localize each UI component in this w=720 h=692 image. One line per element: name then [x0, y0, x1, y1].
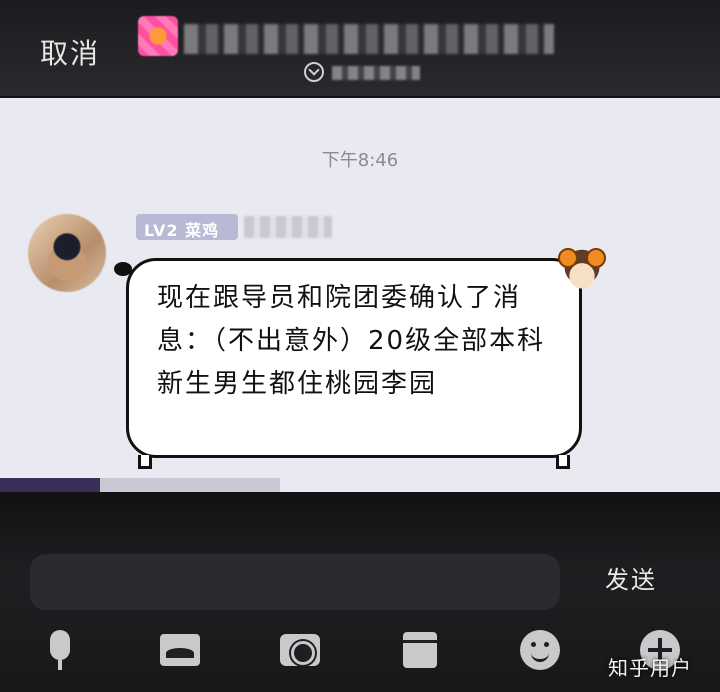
- message-bubble[interactable]: 现在跟导员和院团委确认了消息：（不出意外）20级全部本科新生男生都住桃园李园: [126, 258, 582, 458]
- message-timestamp: 下午8:46: [321, 150, 399, 171]
- chat-subtitle-redacted: [332, 66, 420, 80]
- cancel-button[interactable]: 取消: [40, 32, 100, 72]
- message-input[interactable]: [30, 554, 560, 610]
- sender-name-redacted: [244, 216, 332, 238]
- chat-header: 取消: [0, 0, 720, 98]
- card-icon[interactable]: [403, 632, 437, 668]
- chat-title-redacted: [184, 24, 554, 54]
- bubble-leg-left: [138, 455, 152, 469]
- camera-icon[interactable]: [280, 634, 320, 666]
- sender-avatar[interactable]: [28, 214, 106, 292]
- send-button[interactable]: 发送: [605, 560, 657, 595]
- chevron-down-icon[interactable]: [304, 62, 324, 82]
- microphone-icon[interactable]: [40, 630, 80, 670]
- title-emoji-icon: [138, 16, 178, 56]
- message-text: 现在跟导员和院团委确认了消息：（不出意外）20级全部本科新生男生都住桃园李园: [157, 283, 546, 399]
- emoji-icon[interactable]: [520, 630, 560, 670]
- image-icon[interactable]: [160, 634, 200, 666]
- watermark: 知乎用户: [608, 656, 692, 680]
- bubble-sticker-icon: [558, 248, 606, 296]
- bubble-leg-right: [556, 455, 570, 469]
- next-message-preview: [0, 478, 720, 492]
- sender-level-badge: LV2 菜鸡: [136, 214, 238, 240]
